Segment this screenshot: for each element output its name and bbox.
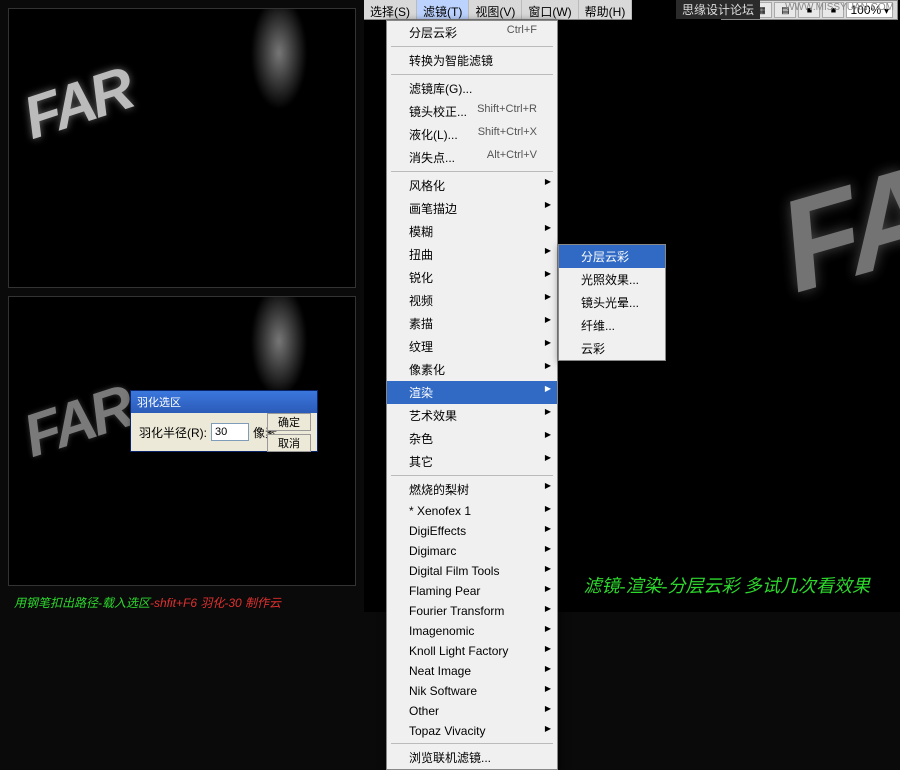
menubar: 选择(S) 滤镜(T) 视图(V) 窗口(W) 帮助(H) xyxy=(364,0,632,20)
mi-sharpen[interactable]: 锐化 xyxy=(387,266,557,289)
mi-render[interactable]: 渲染 xyxy=(387,381,557,404)
watermark-url: WWW.MISSYUAN.COM xyxy=(785,2,894,13)
filter-menu: 分层云彩Ctrl+F 转换为智能滤镜 滤镜库(G)... 镜头校正...Shif… xyxy=(386,20,558,770)
cancel-button[interactable]: 取消 xyxy=(267,434,311,452)
mi-plugin[interactable]: Digital Film Tools xyxy=(387,561,557,581)
mi-plugin[interactable]: Imagenomic xyxy=(387,621,557,641)
right-caption: 滤镜-渲染-分层云彩 多试几次看效果 xyxy=(584,572,871,598)
render-submenu: 分层云彩 光照效果... 镜头光晕... 纤维... 云彩 xyxy=(558,244,666,361)
menu-window[interactable]: 窗口(W) xyxy=(522,0,578,19)
mi-plugin[interactable]: Neat Image xyxy=(387,661,557,681)
menu-filter[interactable]: 滤镜(T) xyxy=(417,0,469,19)
mi-plugin[interactable]: * Xenofex 1 xyxy=(387,501,557,521)
mi-liquify[interactable]: 液化(L)...Shift+Ctrl+X xyxy=(387,123,557,146)
mi-brush-strokes[interactable]: 画笔描边 xyxy=(387,197,557,220)
mi-fibers[interactable]: 纤维... xyxy=(559,314,665,337)
mi-distort[interactable]: 扭曲 xyxy=(387,243,557,266)
mi-plugin[interactable]: Fourier Transform xyxy=(387,601,557,621)
ok-button[interactable]: 确定 xyxy=(267,413,311,431)
mi-last-filter[interactable]: 分层云彩Ctrl+F xyxy=(387,21,557,44)
mi-stylize[interactable]: 风格化 xyxy=(387,174,557,197)
mi-plugin[interactable]: 燃烧的梨树 xyxy=(387,478,557,501)
mi-other[interactable]: 其它 xyxy=(387,450,557,473)
mi-texture[interactable]: 纹理 xyxy=(387,335,557,358)
mi-blur[interactable]: 模糊 xyxy=(387,220,557,243)
mi-plugin[interactable]: Topaz Vivacity xyxy=(387,721,557,741)
mi-browse-online[interactable]: 浏览联机滤镜... xyxy=(387,746,557,769)
mi-vanishing-point[interactable]: 消失点...Alt+Ctrl+V xyxy=(387,146,557,169)
mi-plugin[interactable]: Knoll Light Factory xyxy=(387,641,557,661)
mi-noise[interactable]: 杂色 xyxy=(387,427,557,450)
left-caption: 用钢笔扣出路径-载入选区-shfit+F6 羽化-30 制作云 xyxy=(14,594,281,611)
text-3d-far: FAR xyxy=(15,319,343,586)
feather-radius-input[interactable] xyxy=(211,423,249,441)
mi-plugin[interactable]: DigiEffects xyxy=(387,521,557,541)
feather-label: 羽化半径(R): xyxy=(139,424,207,441)
mi-plugin[interactable]: Nik Software xyxy=(387,681,557,701)
mi-filter-gallery[interactable]: 滤镜库(G)... xyxy=(387,77,557,100)
menu-help[interactable]: 帮助(H) xyxy=(579,0,633,19)
mi-pixelate[interactable]: 像素化 xyxy=(387,358,557,381)
mi-artistic[interactable]: 艺术效果 xyxy=(387,404,557,427)
mi-difference-clouds[interactable]: 分层云彩 xyxy=(559,245,665,268)
mi-lens-correction[interactable]: 镜头校正...Shift+Ctrl+R xyxy=(387,100,557,123)
mi-plugin[interactable]: Flaming Pear xyxy=(387,581,557,601)
menu-view[interactable]: 视图(V) xyxy=(469,0,522,19)
dialog-title: 羽化选区 xyxy=(131,391,317,413)
watermark-title: 思缘设计论坛 xyxy=(676,0,760,19)
mi-plugin[interactable]: Other xyxy=(387,701,557,721)
mi-sketch[interactable]: 素描 xyxy=(387,312,557,335)
mi-plugin[interactable]: Digimarc xyxy=(387,541,557,561)
mi-lighting-effects[interactable]: 光照效果... xyxy=(559,268,665,291)
mi-smart-filter[interactable]: 转换为智能滤镜 xyxy=(387,49,557,72)
text-3d-far-large: FAR xyxy=(763,56,900,523)
example-panel-1: FAR xyxy=(8,8,356,288)
mi-video[interactable]: 视频 xyxy=(387,289,557,312)
feather-dialog: 羽化选区 羽化半径(R): 像素 确定 取消 xyxy=(130,390,318,452)
text-3d-far: FAR xyxy=(15,8,343,277)
mi-lens-flare[interactable]: 镜头光晕... xyxy=(559,291,665,314)
menu-select[interactable]: 选择(S) xyxy=(364,0,417,19)
mi-clouds[interactable]: 云彩 xyxy=(559,337,665,360)
